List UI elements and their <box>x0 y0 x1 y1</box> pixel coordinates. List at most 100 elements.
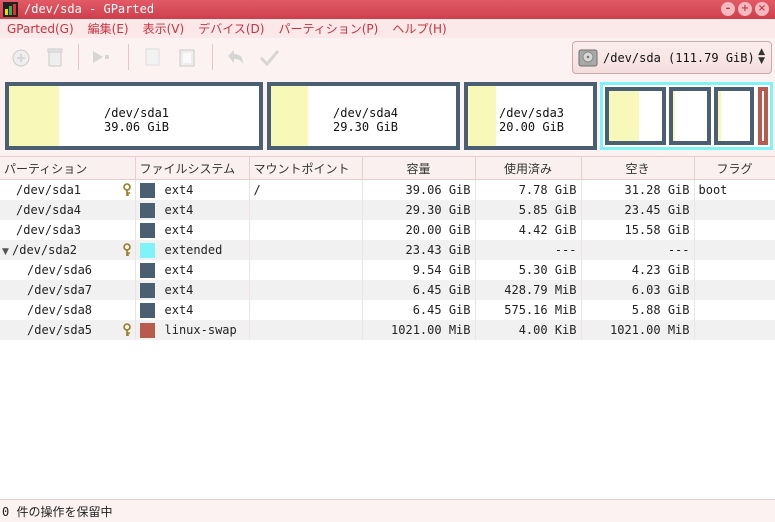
map-partition-sda3[interactable]: /dev/sda3 20.00 GiB <box>464 82 597 150</box>
size: 29.30 GiB <box>362 200 476 220</box>
free: 15.58 GiB <box>581 220 695 240</box>
menu-help[interactable]: ヘルプ(H) <box>385 20 453 37</box>
partition-name: /dev/sda8 <box>27 303 93 317</box>
menu-view[interactable]: 表示(V) <box>136 20 192 37</box>
column-header-size[interactable]: 容量 <box>362 157 476 180</box>
toolbar-separator <box>128 44 129 70</box>
window-title: /dev/sda - GParted <box>24 2 155 16</box>
flags <box>694 320 775 340</box>
menu-bar: GParted(G) 編集(E) 表示(V) デバイス(D) パーティション(P… <box>0 19 775 38</box>
pending-operations-status: 0 件の操作を保留中 <box>2 505 113 519</box>
toolbar-separator <box>78 44 79 70</box>
column-header-mountpoint[interactable]: マウントポイント <box>249 157 363 180</box>
expander-triangle-icon[interactable]: ▼ <box>2 247 12 257</box>
map-partition-sda2-extended[interactable] <box>600 82 773 150</box>
fs-color-swatch <box>139 182 155 198</box>
table-row[interactable]: /dev/sda1 ext4 / 39.06 GiB 7.78 GiB 31.2… <box>0 179 775 200</box>
used: 4.42 GiB <box>475 220 582 240</box>
device-selector-value: /dev/sda (111.79 GiB) <box>603 51 755 65</box>
filesystem: ext4 <box>164 222 194 237</box>
mountpoint <box>249 240 363 260</box>
fs-color-swatch <box>139 302 155 318</box>
menu-device[interactable]: デバイス(D) <box>191 20 271 37</box>
copy-icon[interactable] <box>142 46 164 68</box>
title-bar: /dev/sda - GParted – + × <box>0 0 775 19</box>
apply-icon[interactable] <box>258 46 280 68</box>
flags: boot <box>694 179 775 200</box>
mounted-key-icon <box>122 183 131 196</box>
map-partition-sda1[interactable]: /dev/sda1 39.06 GiB <box>5 82 263 150</box>
partition-name: /dev/sda7 <box>27 283 93 297</box>
fs-color-swatch <box>139 242 155 258</box>
free: 5.88 GiB <box>581 300 695 320</box>
table-row[interactable]: /dev/sda3 ext4 20.00 GiB 4.42 GiB 15.58 … <box>0 220 775 240</box>
undo-icon[interactable] <box>224 46 246 68</box>
partition-name: /dev/sda3 <box>16 223 82 237</box>
maximize-button[interactable]: + <box>738 2 752 16</box>
paste-icon[interactable] <box>176 46 198 68</box>
table-row[interactable]: /dev/sda4 ext4 29.30 GiB 5.85 GiB 23.45 … <box>0 200 775 220</box>
mountpoint <box>249 220 363 240</box>
flags <box>694 240 775 260</box>
flags <box>694 260 775 280</box>
map-partition-sda7[interactable] <box>669 87 711 145</box>
column-header-partition[interactable]: パーティション <box>0 157 136 180</box>
partition-table: パーティション ファイルシステム マウントポイント 容量 使用済み 空き フラグ… <box>0 157 775 340</box>
map-sda8-used-bar <box>718 91 721 141</box>
size: 9.54 GiB <box>362 260 476 280</box>
toolbar-separator <box>212 44 213 70</box>
size: 39.06 GiB <box>362 179 476 200</box>
menu-edit[interactable]: 編集(E) <box>81 20 136 37</box>
size: 6.45 GiB <box>362 280 476 300</box>
map-sda1-name: /dev/sda1 <box>104 106 170 120</box>
table-row[interactable]: /dev/sda5 linux-swap 1021.00 MiB 4.00 Ki… <box>0 320 775 340</box>
size: 1021.00 MiB <box>362 320 476 340</box>
map-sda1-size: 39.06 GiB <box>104 120 170 134</box>
flags <box>694 220 775 240</box>
partition-name: /dev/sda5 <box>27 323 93 337</box>
device-selector[interactable]: /dev/sda (111.79 GiB) ▲ ▼ <box>572 41 772 74</box>
column-header-used[interactable]: 使用済み <box>475 157 582 180</box>
filesystem: ext4 <box>164 302 194 317</box>
used: 428.79 MiB <box>475 280 582 300</box>
used: 5.30 GiB <box>475 260 582 280</box>
used: 575.16 MiB <box>475 300 582 320</box>
column-header-free[interactable]: 空き <box>581 157 695 180</box>
map-partition-sda8[interactable] <box>714 87 754 145</box>
menu-gparted[interactable]: GParted(G) <box>0 22 81 36</box>
resize-move-icon[interactable] <box>90 46 112 68</box>
table-row[interactable]: /dev/sda8 ext4 6.45 GiB 575.16 MiB 5.88 … <box>0 300 775 320</box>
menu-partition[interactable]: パーティション(P) <box>271 20 385 37</box>
column-header-flags[interactable]: フラグ <box>694 157 775 180</box>
map-sda7-used-bar <box>673 91 675 141</box>
gparted-app-icon <box>3 2 18 17</box>
delete-partition-icon[interactable] <box>44 46 66 68</box>
map-sda3-name: /dev/sda3 <box>499 106 565 120</box>
free: 23.45 GiB <box>581 200 695 220</box>
hard-disk-icon <box>578 49 598 67</box>
partition-name: /dev/sda2 <box>12 243 78 257</box>
mountpoint <box>249 200 363 220</box>
fs-color-swatch <box>139 282 155 298</box>
mounted-key-icon <box>122 243 131 256</box>
map-partition-sda4[interactable]: /dev/sda4 29.30 GiB <box>267 82 460 150</box>
flags <box>694 300 775 320</box>
free: 4.23 GiB <box>581 260 695 280</box>
minimize-button[interactable]: – <box>721 2 735 16</box>
close-button[interactable]: × <box>755 2 769 16</box>
table-row[interactable]: ▼/dev/sda2 extended 23.43 GiB --- --- <box>0 240 775 260</box>
map-partition-sda5-swap[interactable] <box>758 87 768 145</box>
filesystem: ext4 <box>164 262 194 277</box>
flags <box>694 200 775 220</box>
filesystem: extended <box>164 242 223 257</box>
fs-color-swatch <box>139 262 155 278</box>
map-partition-sda6[interactable] <box>605 87 666 145</box>
partition-list: パーティション ファイルシステム マウントポイント 容量 使用済み 空き フラグ… <box>0 156 775 500</box>
used: 4.00 KiB <box>475 320 582 340</box>
new-partition-icon[interactable] <box>10 46 32 68</box>
mountpoint <box>249 260 363 280</box>
map-sda3-size: 20.00 GiB <box>499 120 565 134</box>
table-row[interactable]: /dev/sda6 ext4 9.54 GiB 5.30 GiB 4.23 Gi… <box>0 260 775 280</box>
table-row[interactable]: /dev/sda7 ext4 6.45 GiB 428.79 MiB 6.03 … <box>0 280 775 300</box>
column-header-filesystem[interactable]: ファイルシステム <box>135 157 250 180</box>
